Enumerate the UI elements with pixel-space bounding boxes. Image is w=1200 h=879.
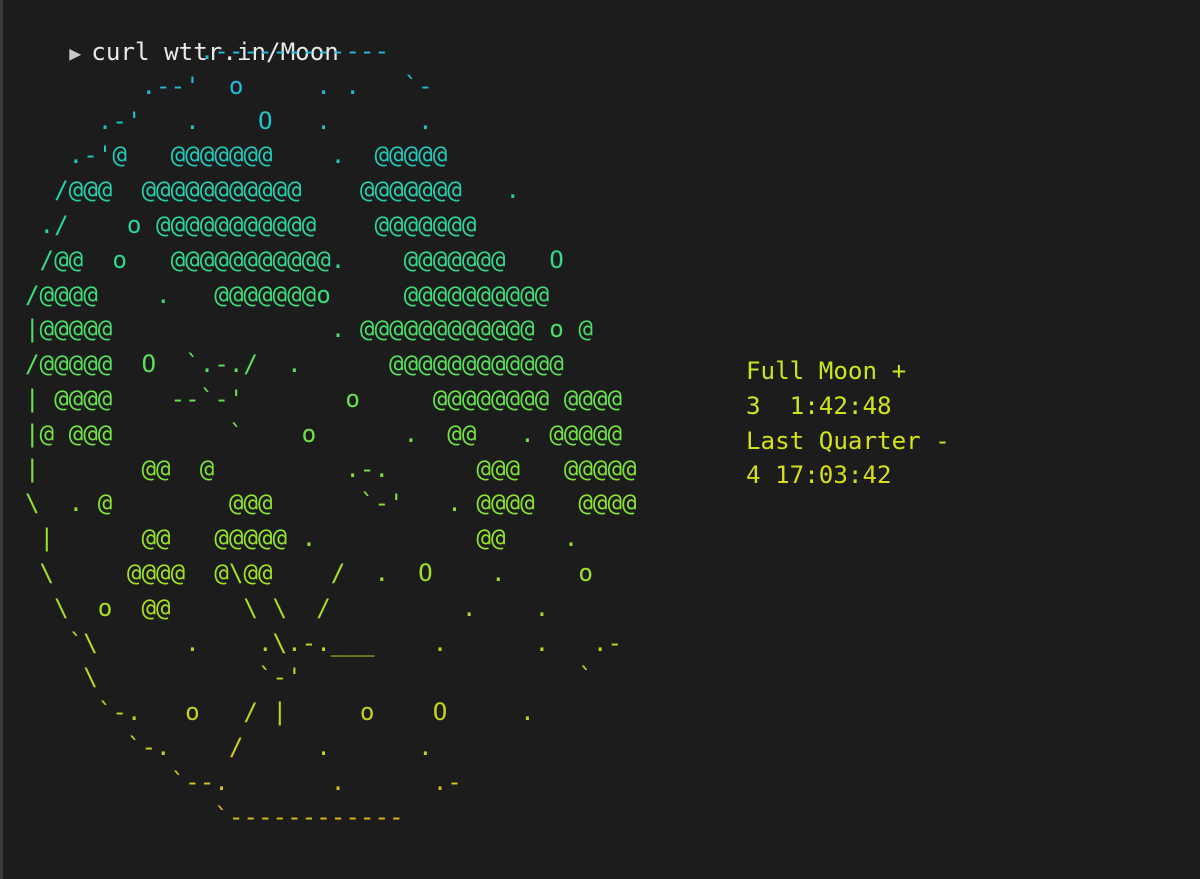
moon-art-line: .-'@ @@@@@@@ . @@@@@ bbox=[25, 141, 564, 170]
moon-art-line: `\ . .\.-.___ . . .- bbox=[25, 628, 623, 657]
moon-art-line: \ o @@ \ \ / . . bbox=[25, 593, 550, 622]
moon-art-line: .------------ bbox=[25, 37, 564, 65]
moon-art-line: ./ o @@@@@@@@@@@ @@@@@@@ bbox=[25, 210, 579, 239]
moon-info-line: Last Quarter - bbox=[746, 426, 950, 455]
moon-info-line: 3 1:42:48 bbox=[746, 391, 892, 420]
moon-art-line: |@ @@@ ` o . @@ . @@@@@ bbox=[25, 419, 623, 448]
moon-art-line: .--' o . . `- bbox=[25, 71, 579, 100]
moon-art-line: | @@ @@@@@ . @@ . bbox=[25, 524, 579, 553]
moon-art-line: `------------ bbox=[25, 802, 404, 831]
moon-art-line: \ . @ @@@ `-' . @@@@ @@@@ bbox=[25, 489, 637, 518]
moon-art-line: /@@@@ . @@@@@@@o @@@@@@@@@@ bbox=[25, 280, 579, 309]
moon-art-line: `-. / . . bbox=[25, 732, 433, 761]
moon-art-line: | @@ @ .-. @@@ @@@@@ bbox=[25, 454, 637, 483]
moon-ascii-art: .------------ .--' o . . `- .-' . O . . … bbox=[25, 34, 637, 834]
terminal-window[interactable]: ▶ curl wttr.in/Moon .------------ .--' o … bbox=[0, 0, 1200, 879]
moon-info-line: Full Moon + bbox=[746, 357, 907, 385]
moon-art-line: |@@@@@ . @@@@@@@@@@@@ o @ bbox=[25, 315, 593, 344]
moon-art-line: \ `-' ` bbox=[25, 663, 593, 692]
moon-art-line: /@@@ @@@@@@@@@@@ @@@@@@@ . bbox=[25, 176, 579, 205]
moon-art-line: /@@@@@ O `.-./ . @@@@@@@@@@@@ bbox=[25, 350, 579, 379]
moon-art-line: /@@ o @@@@@@@@@@@. @@@@@@@ O bbox=[25, 245, 579, 274]
moon-info-line: 4 17:03:42 bbox=[746, 461, 892, 490]
moon-art-line: | @@@@ --`-' o @@@@@@@@ @@@@ bbox=[25, 384, 623, 413]
moon-art-line: `--. . .- bbox=[25, 767, 462, 796]
moon-art-line: .-' . O . . bbox=[25, 106, 579, 135]
moon-art-line: `-. o / | o O . bbox=[25, 698, 535, 727]
moon-art-line: \ @@@@ @\@@ / . O . o bbox=[25, 558, 593, 587]
moon-phase-info: Full Moon + 3 1:42:48 Last Quarter - 4 17:0… bbox=[746, 354, 950, 493]
